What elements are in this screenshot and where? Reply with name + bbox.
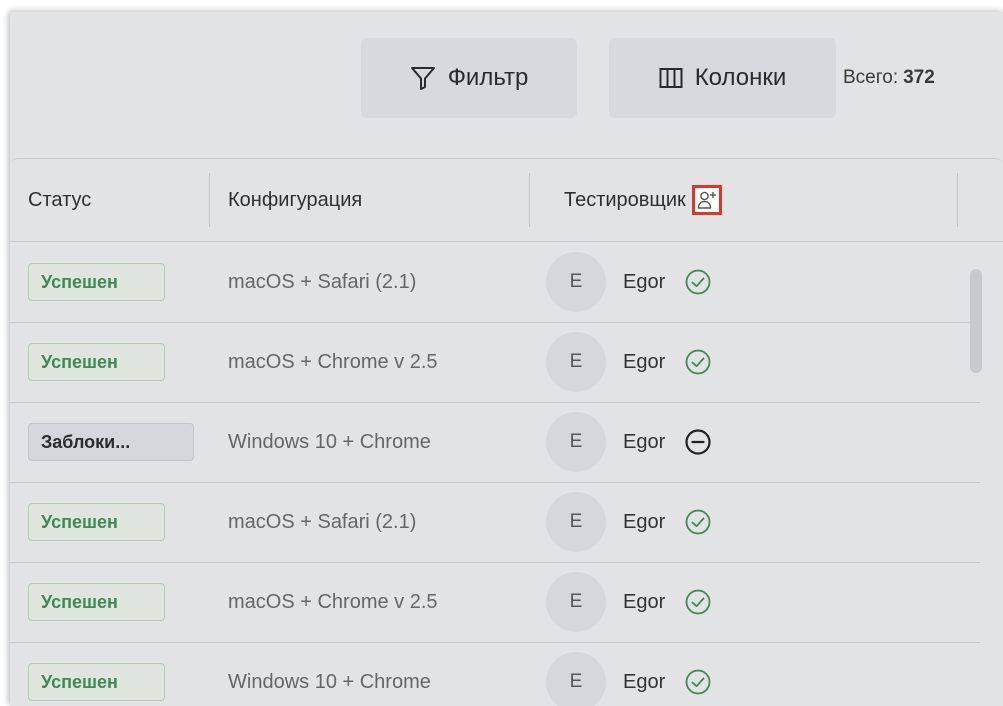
table-row[interactable]: Успешен macOS + Chrome v 2.5 E Egor <box>10 322 980 403</box>
check-circle-icon <box>684 668 712 696</box>
column-divider[interactable] <box>529 173 530 227</box>
total-label: Всего: <box>843 67 899 88</box>
column-header-status-label: Статус <box>28 188 92 211</box>
check-circle-icon <box>684 588 712 616</box>
avatar[interactable]: E <box>546 252 606 312</box>
column-header-tester-label: Тестировщик <box>564 188 686 211</box>
avatar[interactable]: E <box>546 492 606 552</box>
column-header-configuration[interactable]: Конфигурация <box>228 159 362 241</box>
toolbar: Фильтр Колонки Всего: 372 <box>10 12 1003 158</box>
add-tester-button[interactable] <box>691 185 722 215</box>
column-header-configuration-label: Конфигурация <box>228 188 363 211</box>
filter-label: Фильтр <box>447 64 529 91</box>
tester-name: Egor <box>623 510 666 533</box>
column-header-status[interactable]: Статус <box>28 159 91 241</box>
tester-name: Egor <box>623 270 666 293</box>
table-header: Статус Конфигурация Тестировщик <box>10 159 1003 242</box>
configuration-cell: macOS + Safari (2.1) <box>228 270 417 293</box>
table-row[interactable]: Заблоки... Windows 10 + Chrome E Egor <box>10 402 980 483</box>
status-badge[interactable]: Успешен <box>28 583 165 621</box>
filter-button[interactable]: Фильтр <box>361 38 577 118</box>
column-divider[interactable] <box>209 173 210 227</box>
scrollbar-thumb[interactable] <box>970 269 982 373</box>
avatar[interactable]: E <box>546 412 606 472</box>
configuration-cell: macOS + Safari (2.1) <box>228 510 417 533</box>
table-row[interactable]: Успешен macOS + Safari (2.1) E Egor <box>10 482 980 563</box>
table-row[interactable]: Успешен macOS + Chrome v 2.5 E Egor <box>10 562 980 643</box>
status-badge[interactable]: Успешен <box>28 263 165 301</box>
check-circle-icon <box>684 508 712 536</box>
columns-button[interactable]: Колонки <box>609 38 836 118</box>
configuration-cell: Windows 10 + Chrome <box>228 670 431 693</box>
avatar[interactable]: E <box>546 652 606 706</box>
add-user-icon <box>697 191 716 209</box>
avatar[interactable]: E <box>546 332 606 392</box>
tester-name: Egor <box>623 590 666 613</box>
configuration-cell: Windows 10 + Chrome <box>228 430 431 453</box>
table-row[interactable]: Успешен Windows 10 + Chrome E Egor <box>10 642 980 706</box>
tester-name: Egor <box>623 670 666 693</box>
columns-icon <box>659 67 683 89</box>
tester-name: Egor <box>623 350 666 373</box>
results-table: Статус Конфигурация Тестировщик Успешен … <box>10 158 1003 706</box>
columns-label: Колонки <box>694 64 787 91</box>
configuration-cell: macOS + Chrome v 2.5 <box>228 350 438 373</box>
status-badge[interactable]: Успешен <box>28 343 165 381</box>
column-header-tester[interactable]: Тестировщик <box>564 159 722 241</box>
total-count: Всего: 372 <box>843 38 935 118</box>
app-frame: Фильтр Колонки Всего: 372 Статус Конфигу… <box>10 12 1003 706</box>
total-value: 372 <box>903 67 935 88</box>
tester-name: Egor <box>623 430 666 453</box>
column-divider[interactable] <box>957 173 958 227</box>
check-circle-icon <box>684 348 712 376</box>
table-row[interactable]: Успешен macOS + Safari (2.1) E Egor <box>10 242 980 323</box>
minus-circle-icon <box>684 428 712 456</box>
status-badge[interactable]: Успешен <box>28 503 165 541</box>
avatar[interactable]: E <box>546 572 606 632</box>
status-badge[interactable]: Успешен <box>28 663 165 701</box>
check-circle-icon <box>684 268 712 296</box>
filter-icon <box>410 65 436 91</box>
configuration-cell: macOS + Chrome v 2.5 <box>228 590 438 613</box>
status-badge[interactable]: Заблоки... <box>28 423 194 461</box>
